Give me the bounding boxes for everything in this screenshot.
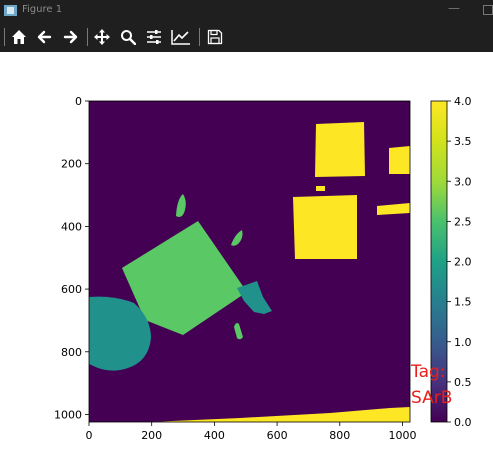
toolbar-separator — [4, 28, 5, 46]
colorbar-tick-label: 2.0 — [454, 256, 472, 269]
y-tick-label: 800 — [61, 346, 82, 359]
zoom-icon[interactable] — [118, 27, 138, 47]
maximize-button[interactable] — [483, 5, 493, 15]
x-tick-label: 200 — [141, 429, 162, 442]
y-tick-label: 600 — [61, 283, 82, 296]
colorbar-tick-label: 2.5 — [454, 215, 472, 228]
toolbar-separator — [87, 28, 88, 46]
y-tick-label: 200 — [61, 158, 82, 171]
figure-canvas[interactable]: 0 200 400 600 800 1000 0 200 400 600 800 1000 0.0 0… — [0, 52, 493, 450]
colorbar-tick-label: 0.0 — [454, 416, 472, 429]
home-icon[interactable] — [9, 27, 29, 47]
colorbar-tick-label: 1.5 — [454, 296, 472, 309]
pan-icon[interactable] — [92, 27, 112, 47]
x-axis: 0 200 400 600 800 1000 — [86, 422, 416, 442]
window-titlebar: Figure 1 — — [0, 0, 493, 22]
toolbar-separator — [199, 28, 200, 46]
window-title: Figure 1 — [22, 4, 63, 15]
x-tick-label: 0 — [86, 429, 93, 442]
colorbar-ticks: 0.0 0.5 1.0 1.5 2.0 2.5 3.0 3.5 4.0 — [447, 95, 472, 429]
colorbar-tick-label: 3.0 — [454, 175, 472, 188]
y-axis: 0 200 400 600 800 1000 — [54, 95, 89, 421]
x-tick-label: 600 — [267, 429, 288, 442]
back-icon[interactable] — [34, 27, 54, 47]
toolbar — [0, 22, 493, 52]
save-icon[interactable] — [205, 27, 225, 47]
heatmap-chart: 0 200 400 600 800 1000 02004006008001000 0.00… — [54, 95, 472, 442]
y-tick-label: 400 — [61, 220, 82, 233]
yellow-square-top — [315, 122, 365, 177]
colorbar-tick-label: 3.5 — [454, 135, 472, 148]
yellow-small-mark — [316, 186, 325, 191]
tag-annotation-line2: SArB — [411, 388, 452, 408]
minimize-button[interactable]: — — [448, 1, 460, 15]
tag-annotation-line1: Tag: — [410, 362, 446, 382]
yellow-square-middle — [293, 195, 357, 259]
forward-icon[interactable] — [61, 27, 81, 47]
edit-axis-icon[interactable] — [171, 27, 191, 47]
y-tick-label: 1000 — [54, 408, 82, 421]
y-tick-label: 0 — [75, 95, 82, 108]
colorbar-tick-label: 4.0 — [454, 95, 472, 108]
colorbar-tick-label: 0.5 — [454, 376, 472, 389]
image-axes: 0 200 400 600 800 1000 0 200 400 600 800 1000 — [54, 95, 416, 442]
x-tick-label: 1000 — [388, 429, 416, 442]
x-tick-label: 400 — [204, 429, 225, 442]
x-tick-label: 800 — [329, 429, 350, 442]
app-icon — [4, 5, 17, 16]
configure-subplots-icon[interactable] — [144, 27, 164, 47]
colorbar-tick-label: 1.0 — [454, 336, 472, 349]
yellow-rect-right-top — [389, 146, 410, 174]
